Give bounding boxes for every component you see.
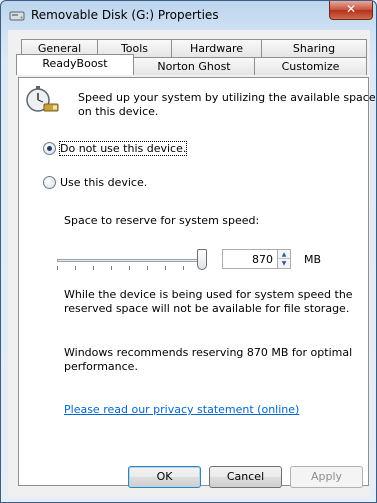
- tab-norton-ghost[interactable]: Norton Ghost: [133, 57, 255, 75]
- recommendation-line2: performance.: [64, 360, 138, 373]
- radio-do-not-use-label[interactable]: Do not use this device.: [58, 141, 188, 156]
- reserve-slider-track[interactable]: [57, 259, 207, 262]
- recommendation-line1: Windows recommends reserving 870 MB for …: [64, 346, 353, 359]
- properties-window: Removable Disk (G:) Properties ✕ General…: [0, 0, 377, 503]
- readyboost-panel: [18, 77, 369, 486]
- reserve-size-input[interactable]: 870: [222, 249, 278, 269]
- intro-text-line1: Speed up your system by utilizing the av…: [78, 91, 376, 104]
- slider-tick: [147, 266, 148, 270]
- reserve-space-label: Space to reserve for system speed:: [64, 214, 260, 227]
- slider-tick: [57, 266, 58, 270]
- tab-sharing[interactable]: Sharing: [261, 39, 367, 57]
- cancel-button[interactable]: Cancel: [209, 466, 282, 488]
- removable-disk-icon: [9, 11, 25, 21]
- radio-do-not-use[interactable]: [43, 142, 56, 155]
- reserve-size-spinner[interactable]: ▲ ▼: [277, 249, 291, 269]
- reserve-slider-thumb[interactable]: [197, 249, 207, 270]
- ok-button[interactable]: OK: [128, 466, 201, 488]
- reserve-size-value: 870: [252, 253, 273, 266]
- slider-tick: [93, 266, 94, 270]
- readyboost-stopwatch-icon: [26, 86, 59, 112]
- apply-button[interactable]: Apply: [290, 466, 363, 488]
- reserve-slider-ticks: [57, 266, 205, 270]
- reserve-note-line1: While the device is being used for syste…: [64, 288, 353, 301]
- tab-readyboost[interactable]: ReadyBoost: [16, 54, 134, 75]
- slider-tick: [183, 266, 184, 270]
- radio-use-device[interactable]: [43, 176, 56, 189]
- window-title: Removable Disk (G:) Properties: [31, 8, 219, 22]
- spin-up-icon[interactable]: ▲: [278, 250, 290, 259]
- reserve-unit-label: MB: [304, 253, 322, 266]
- slider-tick: [129, 266, 130, 270]
- slider-tick: [75, 266, 76, 270]
- tab-hardware[interactable]: Hardware: [171, 39, 262, 57]
- close-button[interactable]: ✕: [329, 1, 373, 20]
- close-icon: ✕: [345, 2, 357, 16]
- slider-tick: [165, 266, 166, 270]
- radio-use-device-label[interactable]: Use this device.: [60, 176, 147, 189]
- title-bar[interactable]: Removable Disk (G:) Properties ✕: [1, 1, 376, 30]
- spin-down-icon[interactable]: ▼: [278, 259, 290, 268]
- tab-customize[interactable]: Customize: [254, 57, 367, 75]
- slider-tick: [111, 266, 112, 270]
- intro-text-line2: on this device.: [78, 105, 159, 118]
- privacy-statement-link[interactable]: Please read our privacy statement (onlin…: [64, 403, 299, 416]
- reserve-note-line2: reserved space will not be available for…: [64, 302, 350, 315]
